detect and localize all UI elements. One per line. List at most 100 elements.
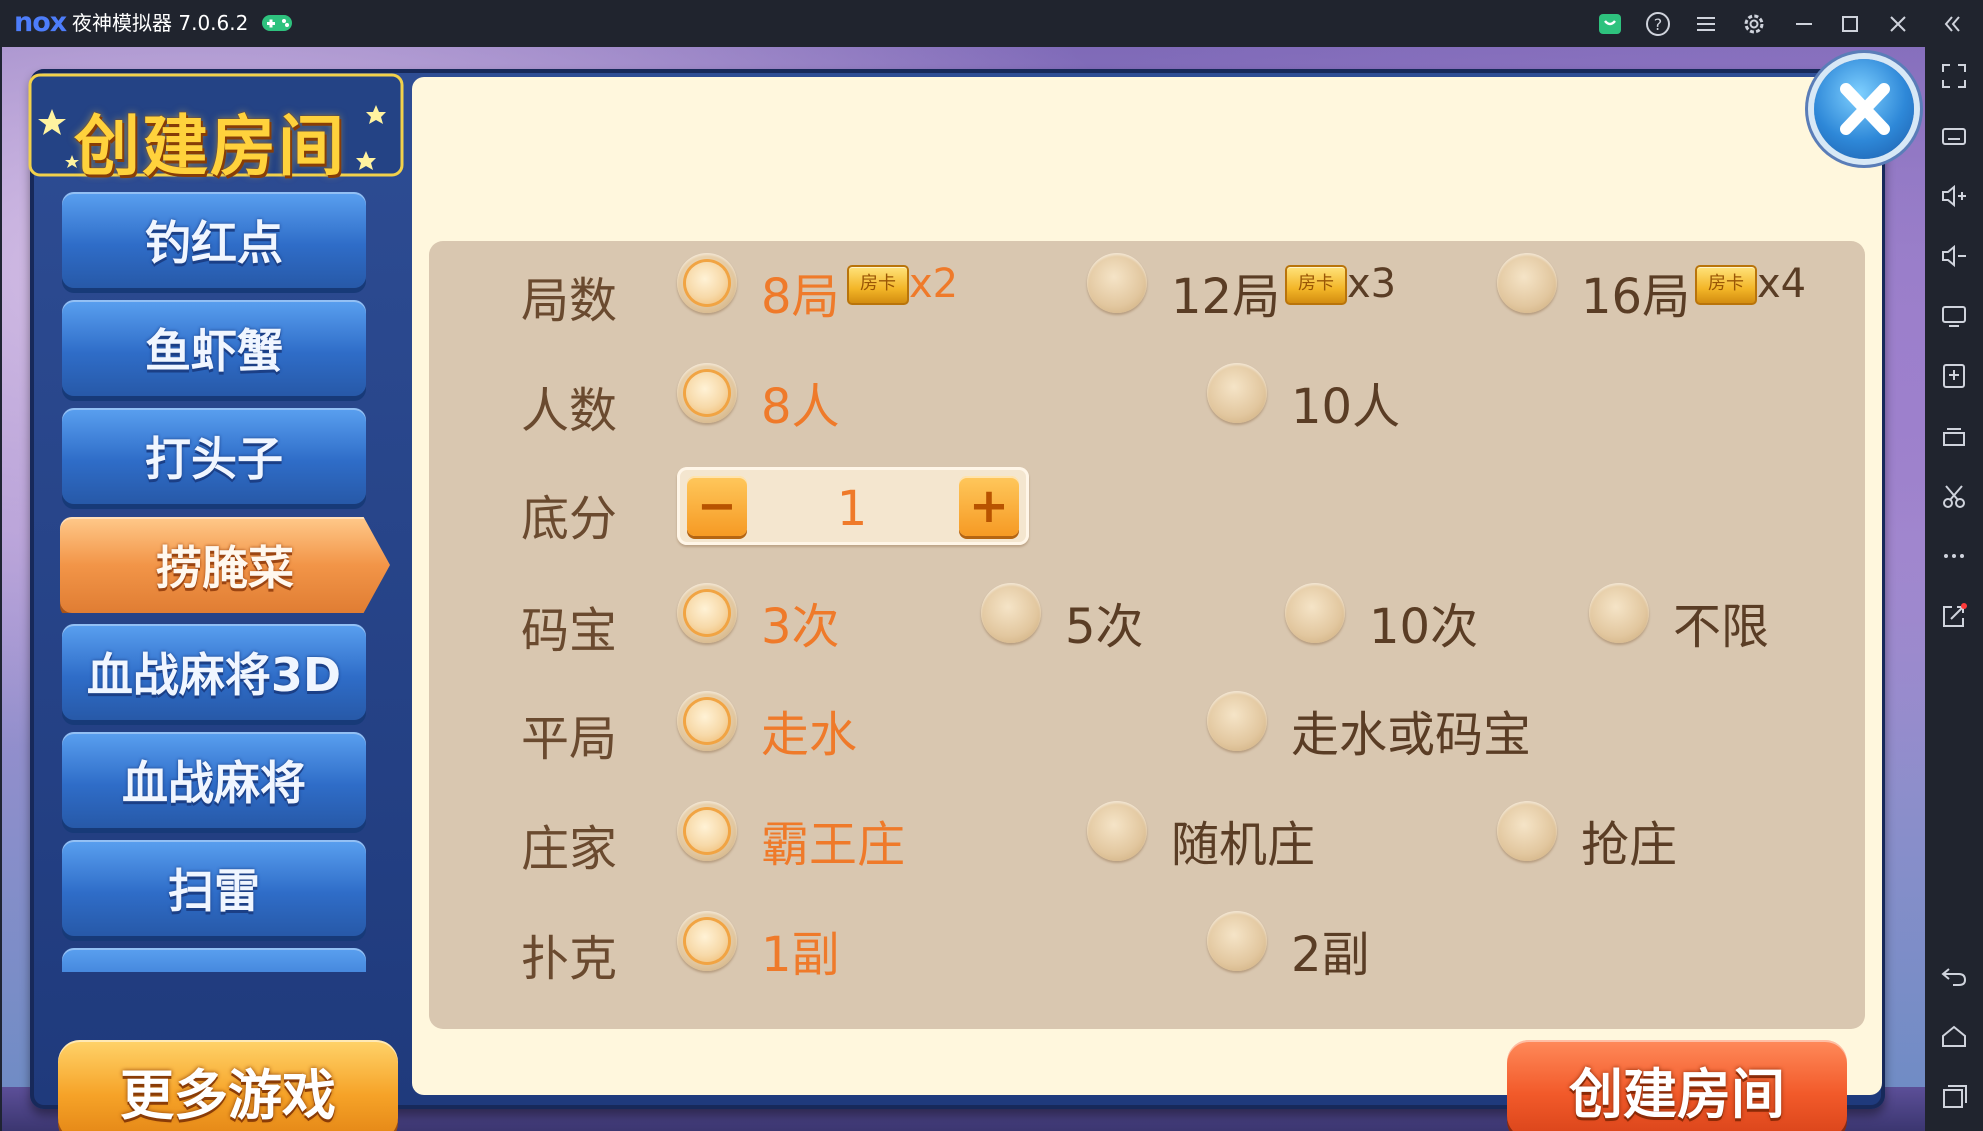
settings-icon[interactable] — [1740, 10, 1768, 38]
maximize-icon[interactable] — [1836, 10, 1864, 38]
menu-icon[interactable] — [1692, 10, 1720, 38]
keyboard-icon[interactable] — [1939, 121, 1969, 151]
option-text: 霸王庄 — [761, 817, 906, 873]
app-title: 夜神模拟器 7.0.6.2 — [72, 11, 249, 35]
game-tab-xuezhan[interactable]: 血战麻将 — [62, 732, 366, 828]
option-label: 平局 — [521, 711, 618, 767]
room-options-panel: 局数 8局 房卡 x2 12局 房卡 x3 16局 房卡 x4 人数 8人 10… — [429, 241, 1865, 1029]
fullscreen-icon[interactable] — [1939, 61, 1969, 91]
game-tab-laoyancai[interactable]: 捞腌菜 — [60, 517, 390, 613]
option-text: 1副 — [761, 927, 840, 983]
share-icon[interactable] — [1939, 601, 1969, 631]
increase-button[interactable]: + — [959, 476, 1019, 536]
option-label: 底分 — [521, 491, 618, 547]
help-icon[interactable]: ? — [1644, 10, 1672, 38]
radio-banker-grab[interactable] — [1497, 801, 1557, 861]
radio-bonus-3[interactable] — [677, 583, 737, 643]
screen-icon[interactable] — [1939, 301, 1969, 331]
radio-draw-zoushui[interactable] — [677, 691, 737, 751]
apk-install-icon[interactable] — [1939, 361, 1969, 391]
minimize-icon[interactable] — [1790, 10, 1818, 38]
option-text: 10次 — [1369, 599, 1479, 655]
option-text: 抢庄 — [1581, 817, 1678, 873]
game-screen: 创建房间 钓红点 鱼虾蟹 打头子 捞腌菜 血战麻将3D 血战麻将 扫雷 更多游戏… — [2, 47, 1925, 1131]
game-tab-partial[interactable] — [62, 948, 366, 972]
option-label: 人数 — [521, 383, 618, 439]
game-tab-diaohongdian[interactable]: 钓红点 — [62, 192, 366, 288]
room-card-icon: 房卡 — [1285, 265, 1347, 305]
close-x-icon — [1840, 83, 1890, 135]
recent-apps-icon[interactable] — [1939, 1081, 1969, 1111]
radio-bonus-10[interactable] — [1285, 583, 1345, 643]
option-label: 码宝 — [521, 603, 618, 659]
base-score-value: 1 — [836, 481, 868, 537]
option-row-bonus: 码宝 3次 5次 10次 不限 — [429, 573, 1865, 663]
option-text: 12局 — [1171, 269, 1281, 325]
dialog-title: 创建房间 — [74, 108, 346, 185]
store-icon[interactable] — [1596, 10, 1624, 38]
option-label: 庄家 — [521, 821, 618, 877]
close-icon[interactable] — [1884, 10, 1912, 38]
radio-8-players[interactable] — [677, 363, 737, 423]
radio-10-players[interactable] — [1207, 363, 1267, 423]
option-row-draw: 平局 走水 走水或码宝 — [429, 681, 1865, 771]
card-multiplier: x3 — [1347, 261, 1397, 307]
radio-banker-random[interactable] — [1087, 801, 1147, 861]
option-text: 10人 — [1291, 379, 1401, 435]
option-label: 扑克 — [521, 931, 618, 987]
create-room-button[interactable]: 创建房间 — [1507, 1040, 1847, 1131]
room-card-icon: 房卡 — [1695, 265, 1757, 305]
game-tab-saolei[interactable]: 扫雷 — [62, 840, 366, 936]
multi-instance-icon[interactable] — [1939, 421, 1969, 451]
radio-banker-bawang[interactable] — [677, 801, 737, 861]
volume-up-icon[interactable] — [1939, 181, 1969, 211]
radio-8-rounds[interactable] — [677, 253, 737, 313]
radio-poker-2-deck[interactable] — [1207, 911, 1267, 971]
home-icon[interactable] — [1939, 1021, 1969, 1051]
option-text: 16局 — [1581, 269, 1691, 325]
option-text: 3次 — [761, 599, 840, 655]
back-icon[interactable] — [1939, 961, 1969, 991]
nox-logo: nox — [14, 7, 67, 38]
radio-poker-1-deck[interactable] — [677, 911, 737, 971]
radio-12-rounds[interactable] — [1087, 253, 1147, 313]
emulator-sidebar — [1925, 47, 1983, 1131]
volume-down-icon[interactable] — [1939, 241, 1969, 271]
base-score-stepper: − 1 + — [677, 467, 1029, 545]
game-type-list[interactable]: 钓红点 鱼虾蟹 打头子 捞腌菜 血战麻将3D 血战麻将 扫雷 — [30, 192, 420, 972]
scissors-icon[interactable] — [1939, 481, 1969, 511]
decrease-button[interactable]: − — [687, 476, 747, 536]
radio-bonus-unlimited[interactable] — [1589, 583, 1649, 643]
game-tab-datouzi[interactable]: 打头子 — [62, 408, 366, 504]
option-text: 随机庄 — [1171, 817, 1316, 873]
option-row-base-score: 底分 − 1 + — [429, 461, 1865, 551]
room-card-icon: 房卡 — [847, 265, 909, 305]
more-icon[interactable] — [1939, 541, 1969, 571]
card-multiplier: x2 — [909, 261, 959, 307]
option-text: 8人 — [761, 379, 840, 435]
gamepad-icon[interactable] — [260, 11, 294, 39]
option-text: 走水 — [761, 707, 858, 763]
option-row-rounds: 局数 8局 房卡 x2 12局 房卡 x3 16局 房卡 x4 — [429, 243, 1865, 333]
option-text: 5次 — [1065, 599, 1144, 655]
svg-text:?: ? — [1654, 15, 1663, 34]
card-multiplier: x4 — [1757, 261, 1807, 307]
emulator-titlebar: nox 夜神模拟器 7.0.6.2 ? — [0, 0, 1983, 47]
option-text: 2副 — [1291, 927, 1370, 983]
more-games-button[interactable]: 更多游戏 — [58, 1040, 398, 1131]
radio-16-rounds[interactable] — [1497, 253, 1557, 313]
option-text: 走水或码宝 — [1291, 707, 1532, 763]
game-tab-yuxiaxie[interactable]: 鱼虾蟹 — [62, 300, 366, 396]
radio-draw-zoushui-mabao[interactable] — [1207, 691, 1267, 751]
radio-bonus-5[interactable] — [981, 583, 1041, 643]
collapse-icon[interactable] — [1938, 10, 1966, 38]
option-row-banker: 庄家 霸王庄 随机庄 抢庄 — [429, 791, 1865, 881]
option-row-poker: 扑克 1副 2副 — [429, 901, 1865, 991]
game-tab-xuezhan-3d[interactable]: 血战麻将3D — [62, 624, 366, 720]
dialog-close-button[interactable] — [1814, 59, 1914, 159]
dialog-header: 创建房间 — [26, 69, 406, 185]
option-label: 局数 — [521, 273, 618, 329]
option-text: 8局 — [761, 269, 840, 325]
option-row-players: 人数 8人 10人 — [429, 353, 1865, 443]
option-text: 不限 — [1673, 599, 1770, 655]
